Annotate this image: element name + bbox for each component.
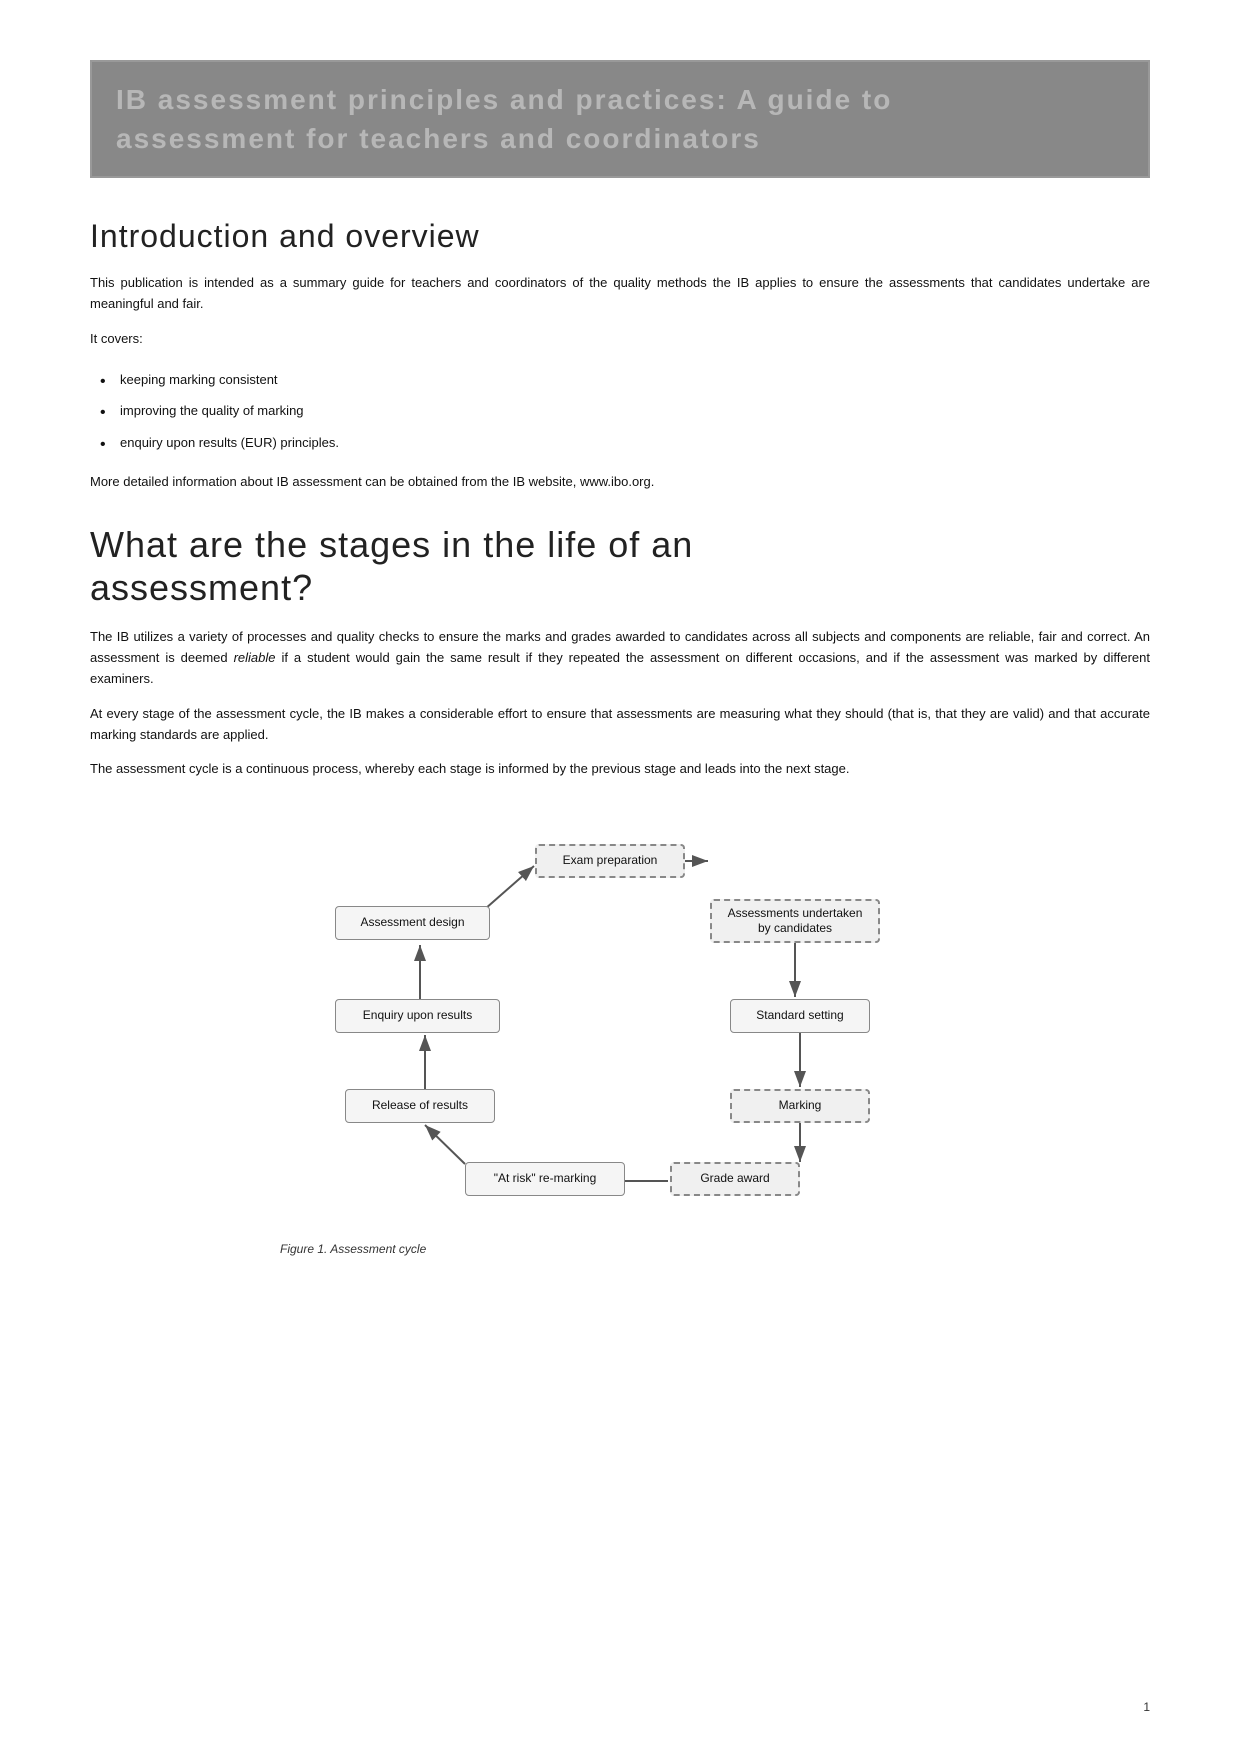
diagram-box-enquiry: Enquiry upon results	[335, 999, 500, 1033]
stages-heading: What are the stages in the life of an as…	[90, 523, 1150, 609]
figure-caption: Figure 1. Assessment cycle	[280, 1242, 960, 1256]
header-banner-text: IB assessment principles and practices: …	[116, 80, 1124, 158]
page-number: 1	[1143, 1700, 1150, 1714]
stages-para2: At every stage of the assessment cycle, …	[90, 704, 1150, 746]
diagram-box-marking: Marking	[730, 1089, 870, 1123]
introduction-section: Introduction and overview This publicati…	[90, 218, 1150, 493]
intro-bullet-list: keeping marking consistent improving the…	[90, 364, 1150, 459]
diagram-box-exam-prep: Exam preparation	[535, 844, 685, 878]
assessment-cycle-diagram: Exam preparation Assessments undertakenb…	[280, 824, 960, 1224]
stages-para1: The IB utilizes a variety of processes a…	[90, 627, 1150, 689]
intro-para1: This publication is intended as a summar…	[90, 273, 1150, 315]
stages-para3: The assessment cycle is a continuous pro…	[90, 759, 1150, 780]
intro-para2: It covers:	[90, 329, 1150, 350]
diagram-box-assessment-design: Assessment design	[335, 906, 490, 940]
bullet-item-1: keeping marking consistent	[90, 364, 1150, 396]
diagram-box-grade-award: Grade award	[670, 1162, 800, 1196]
header-banner: IB assessment principles and practices: …	[90, 60, 1150, 178]
intro-heading: Introduction and overview	[90, 218, 1150, 255]
bullet-item-2: improving the quality of marking	[90, 395, 1150, 427]
intro-para3: More detailed information about IB asses…	[90, 472, 1150, 493]
diagram-box-standard-setting: Standard setting	[730, 999, 870, 1033]
diagram-box-release: Release of results	[345, 1089, 495, 1123]
stages-section: What are the stages in the life of an as…	[90, 523, 1150, 1256]
diagram-box-at-risk: "At risk" re-marking	[465, 1162, 625, 1196]
diagram-box-assessments: Assessments undertakenby candidates	[710, 899, 880, 943]
bullet-item-3: enquiry upon results (EUR) principles.	[90, 427, 1150, 459]
